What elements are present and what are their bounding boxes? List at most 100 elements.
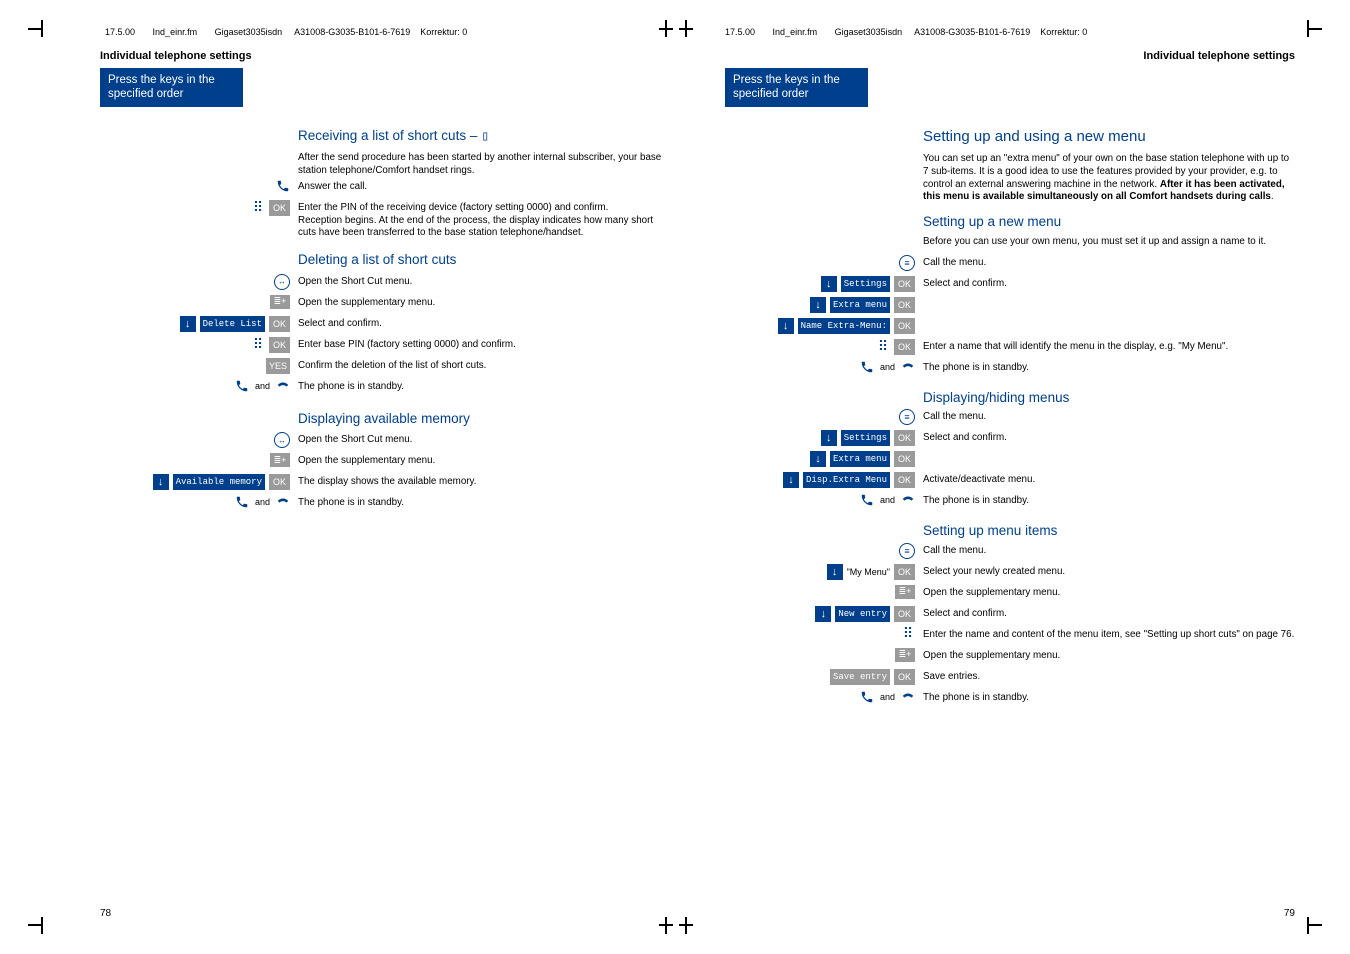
key-name-extra: Name Extra-Menu: xyxy=(798,318,890,334)
step-selconf: Select and confirm. xyxy=(923,606,1295,621)
step-activate: Activate/deactivate menu. xyxy=(923,472,1295,487)
ok-button: OK xyxy=(894,297,915,313)
hangup-icon xyxy=(276,495,290,509)
heading-setup-new: Setting up a new menu xyxy=(923,213,1295,231)
step-selnew: Select your newly created menu. xyxy=(923,564,1295,579)
handset-icon xyxy=(860,493,874,507)
intro-right: You can set up an "extra menu" of your o… xyxy=(923,151,1295,204)
down-arrow-icon: ↓ xyxy=(778,318,794,334)
ok-button: OK xyxy=(894,339,915,355)
yes-button: YES xyxy=(266,358,290,374)
step-open-shortcut-2: Open the Short Cut menu. xyxy=(298,432,670,447)
ok-button: OK xyxy=(894,564,915,580)
step-call-menu-2: Call the menu. xyxy=(923,409,1295,424)
step-call-menu: Call the menu. xyxy=(923,255,1295,270)
down-arrow-icon: ↓ xyxy=(821,430,837,446)
step-standby: The phone is in standby. xyxy=(923,360,1295,375)
keypad-icon: ⠿ xyxy=(251,338,265,352)
down-arrow-icon: ↓ xyxy=(783,472,799,488)
heading-disp-hide: Displaying/hiding menus xyxy=(923,389,1295,407)
down-arrow-icon: ↓ xyxy=(815,606,831,622)
hangup-icon xyxy=(276,379,290,393)
down-arrow-icon: ↓ xyxy=(821,276,837,292)
instruction-strip: Press the keys in thespecified order xyxy=(725,68,868,107)
hangup-icon xyxy=(901,690,915,704)
supp-menu-icon: ≣+ xyxy=(895,648,915,662)
step-pin: Enter the PIN of the receiving device (f… xyxy=(298,200,670,240)
ok-button: OK xyxy=(894,430,915,446)
shortcut-icon: ↔ xyxy=(274,432,290,448)
step-open-supp-2: Open the supplementary menu. xyxy=(298,453,670,468)
ok-button: OK xyxy=(894,451,915,467)
step-mem: The display shows the available memory. xyxy=(298,474,670,489)
step-standby-2: The phone is in standby. xyxy=(298,495,670,510)
header-left: 17.5.00 Ind_einr.fm Gigaset3035isdn A310… xyxy=(105,27,467,37)
keypad-icon: ⠿ xyxy=(876,340,890,354)
step-answer: Answer the call. xyxy=(298,179,670,194)
keypad-icon: ⠿ xyxy=(901,627,915,641)
ok-button: OK xyxy=(894,318,915,334)
key-extra-menu: Extra menu xyxy=(830,451,890,467)
handset-icon xyxy=(235,379,249,393)
instruction-strip: Press the keys in thespecified order xyxy=(100,68,243,107)
down-arrow-icon: ↓ xyxy=(180,316,196,332)
step-open-shortcut: Open the Short Cut menu. xyxy=(298,274,670,289)
section-title-left: Individual telephone settings xyxy=(100,50,670,62)
step-entername: Enter a name that will identify the menu… xyxy=(923,339,1295,354)
supp-menu-icon: ≣+ xyxy=(895,585,915,599)
step-confirm-del: Confirm the deletion of the list of shor… xyxy=(298,358,670,373)
step-select: Select and confirm. xyxy=(298,316,670,331)
down-arrow-icon: ↓ xyxy=(153,474,169,490)
menu-icon: ≡ xyxy=(899,409,915,425)
shortcut-icon: ↔ xyxy=(274,274,290,290)
heading-deleting: Deleting a list of short cuts xyxy=(298,251,670,269)
step-content: Enter the name and content of the menu i… xyxy=(923,627,1295,642)
supp-menu-icon: ≣+ xyxy=(270,453,290,467)
step-standby-2: The phone is in standby. xyxy=(923,493,1295,508)
menu-icon: ≡ xyxy=(899,255,915,271)
key-available-memory: Available memory xyxy=(173,474,265,490)
step-open-supp: Open the supplementary menu. xyxy=(298,295,670,310)
hangup-icon xyxy=(901,493,915,507)
handset-icon xyxy=(860,360,874,374)
key-settings: Settings xyxy=(841,430,890,446)
heading-receiving: Receiving a list of short cuts – ▯ xyxy=(298,127,670,146)
hangup-icon xyxy=(901,360,915,374)
ok-button: OK xyxy=(269,474,290,490)
step-select: Select and confirm. xyxy=(923,276,1295,291)
keypad-icon: ⠿ xyxy=(251,201,265,215)
step-save: Save entries. xyxy=(923,669,1295,684)
step-select-2: Select and confirm. xyxy=(923,430,1295,445)
ok-button: OK xyxy=(894,669,915,685)
key-disp-extra: Disp.Extra Menu xyxy=(803,472,890,488)
step-supp: Open the supplementary menu. xyxy=(923,585,1295,600)
down-arrow-icon: ↓ xyxy=(827,564,843,580)
heading-memory: Displaying available memory xyxy=(298,410,670,428)
ok-button: OK xyxy=(894,276,915,292)
key-save-entry: Save entry xyxy=(830,669,890,685)
ok-button: OK xyxy=(894,472,915,488)
step-basepin: Enter base PIN (factory setting 0000) an… xyxy=(298,337,670,352)
page-number-right: 79 xyxy=(1284,908,1295,919)
handset-icon xyxy=(860,690,874,704)
ok-button: OK xyxy=(269,316,290,332)
step-supp-2: Open the supplementary menu. xyxy=(923,648,1295,663)
step-call-menu-3: Call the menu. xyxy=(923,543,1295,558)
step-standby: The phone is in standby. xyxy=(298,379,670,394)
step-standby-3: The phone is in standby. xyxy=(923,690,1295,705)
heading-setup-using: Setting up and using a new menu xyxy=(923,127,1295,147)
handset-icon xyxy=(235,495,249,509)
handset-icon xyxy=(276,179,290,193)
key-extra-menu: Extra menu xyxy=(830,297,890,313)
key-settings: Settings xyxy=(841,276,890,292)
ok-button: OK xyxy=(269,200,290,216)
heading-menu-items: Setting up menu items xyxy=(923,522,1295,540)
supp-menu-icon: ≣+ xyxy=(270,295,290,309)
key-new-entry: New entry xyxy=(835,606,890,622)
key-delete-list: Delete List xyxy=(200,316,265,332)
menu-icon: ≡ xyxy=(899,543,915,559)
key-my-menu: "My Menu" xyxy=(847,565,890,579)
intro-text: After the send procedure has been starte… xyxy=(298,150,670,177)
page-number-left: 78 xyxy=(100,908,111,919)
ok-button: OK xyxy=(894,606,915,622)
